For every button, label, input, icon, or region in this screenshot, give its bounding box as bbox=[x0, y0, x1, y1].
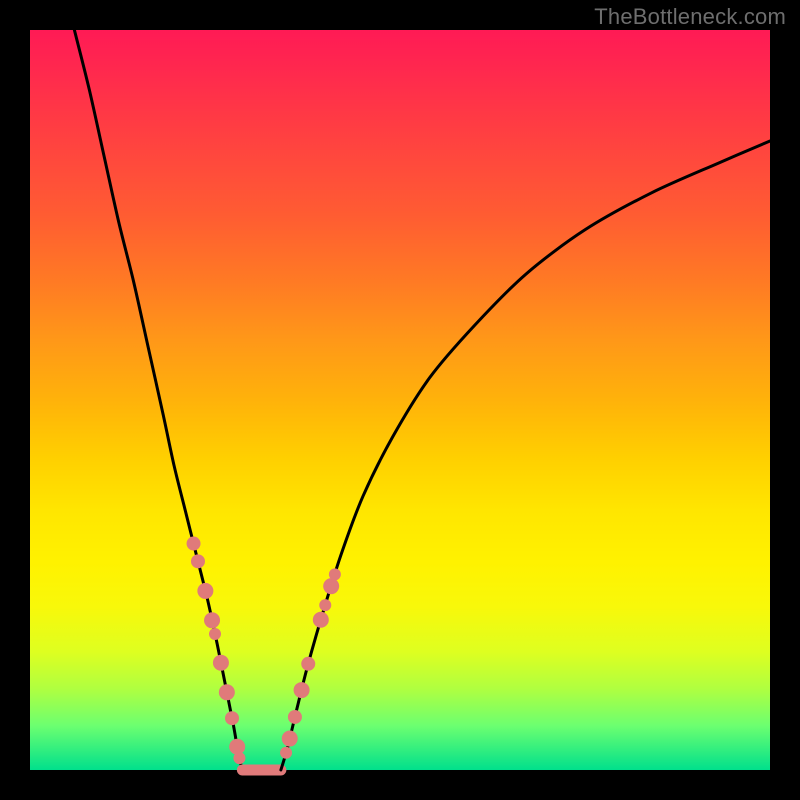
data-marker bbox=[280, 747, 292, 759]
marker-cluster-left bbox=[187, 537, 246, 765]
data-marker bbox=[233, 752, 245, 764]
marker-cluster-right bbox=[280, 568, 341, 758]
curve-right-branch bbox=[281, 141, 770, 770]
data-marker bbox=[219, 684, 235, 700]
data-marker bbox=[282, 731, 298, 747]
data-marker bbox=[301, 657, 315, 671]
data-marker bbox=[313, 612, 329, 628]
data-marker bbox=[229, 739, 245, 755]
data-marker bbox=[319, 599, 331, 611]
data-marker bbox=[225, 711, 239, 725]
chart-plot-area bbox=[30, 30, 770, 770]
data-marker bbox=[294, 682, 310, 698]
data-marker bbox=[209, 628, 221, 640]
data-marker bbox=[213, 655, 229, 671]
data-marker bbox=[329, 568, 341, 580]
chart-frame: TheBottleneck.com bbox=[0, 0, 800, 800]
data-marker bbox=[323, 578, 339, 594]
chart-svg bbox=[30, 30, 770, 770]
data-marker bbox=[187, 537, 201, 551]
data-marker bbox=[204, 612, 220, 628]
watermark-text: TheBottleneck.com bbox=[594, 4, 786, 30]
data-marker bbox=[197, 583, 213, 599]
data-marker bbox=[288, 710, 302, 724]
data-marker bbox=[191, 554, 205, 568]
